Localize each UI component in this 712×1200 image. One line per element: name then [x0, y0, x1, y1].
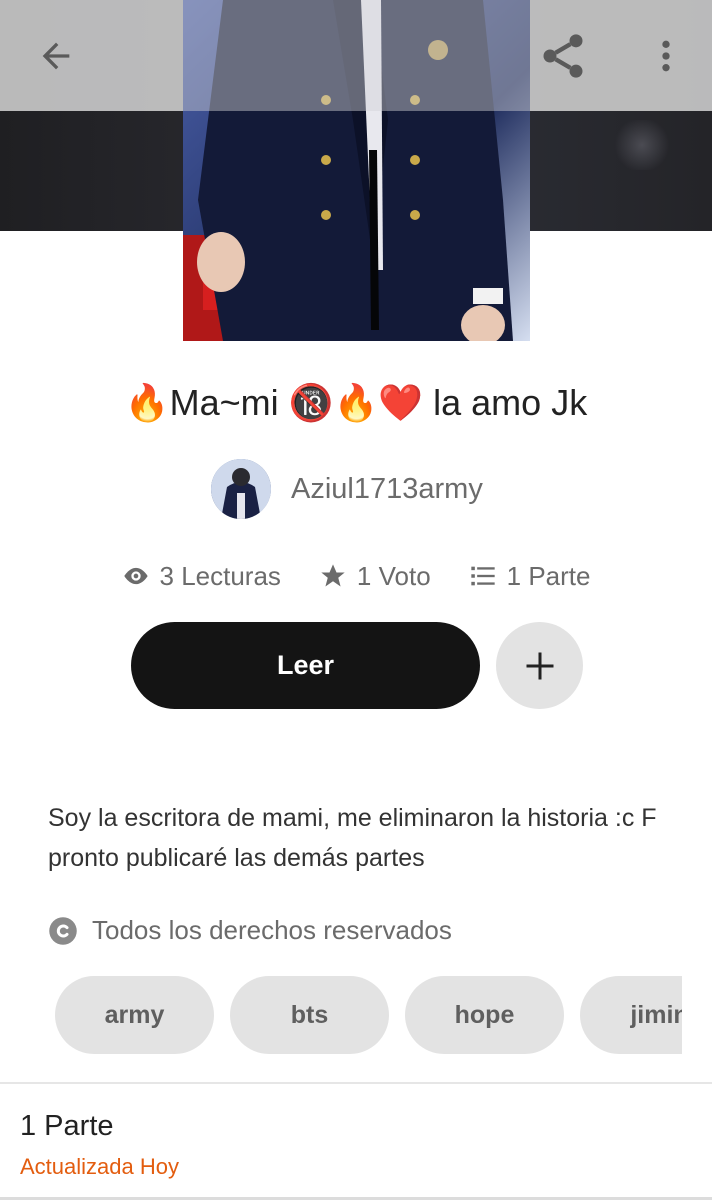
list-icon: [470, 566, 495, 586]
eye-icon: [123, 567, 148, 585]
story-stats: 3 Lecturas 1 Voto 1 Parte: [0, 556, 712, 596]
star-icon: [321, 564, 345, 587]
reads-count: 3 Lecturas: [159, 560, 281, 591]
story-title: 🔥Ma~mi 🔞🔥❤️ la amo Jk: [124, 382, 588, 423]
copyright-text: Todos los derechos reservados: [92, 915, 452, 945]
story-description: Soy la escritora de mami, me eliminaron …: [48, 804, 657, 872]
add-to-library-button[interactable]: [496, 622, 583, 709]
more-vertical-icon: [662, 40, 670, 72]
reads-stat: 3 Lecturas: [122, 561, 281, 592]
arrow-left-icon: [42, 42, 70, 70]
back-button[interactable]: [26, 26, 86, 86]
tags-scroller[interactable]: army bts hope jimin: [55, 976, 682, 1054]
share-button[interactable]: [533, 26, 593, 86]
plus-icon: [526, 652, 553, 679]
copyright-icon: [49, 916, 77, 945]
tag-list: army bts hope jimin: [55, 976, 682, 1054]
parts-stat: 1 Parte: [469, 560, 591, 592]
author-avatar: [211, 459, 271, 519]
votes-stat: 1 Voto: [319, 561, 431, 592]
parts-list-item[interactable]: 1 Parte Actualizada Hoy: [0, 1084, 712, 1200]
story-cover-image: [183, 0, 530, 341]
more-options-button[interactable]: [636, 26, 696, 86]
tag-chip[interactable]: jimin: [580, 976, 682, 1054]
tag-chip[interactable]: hope: [405, 976, 564, 1054]
copyright-notice: Todos los derechos reservados: [48, 915, 452, 946]
parts-updated-label: Actualizada Hoy: [20, 1154, 179, 1179]
toolbar-overlay: [183, 0, 530, 111]
share-icon: [543, 34, 583, 78]
author-name: Aziul1713army: [291, 472, 483, 505]
author-link[interactable]: Aziul1713army: [211, 459, 483, 519]
read-button[interactable]: Leer: [131, 622, 480, 709]
tag-chip[interactable]: bts: [230, 976, 389, 1054]
votes-count: 1 Voto: [356, 560, 431, 591]
parts-title: 1 Parte: [20, 1110, 114, 1142]
parts-count: 1 Parte: [506, 560, 591, 591]
tag-chip[interactable]: army: [55, 976, 214, 1054]
